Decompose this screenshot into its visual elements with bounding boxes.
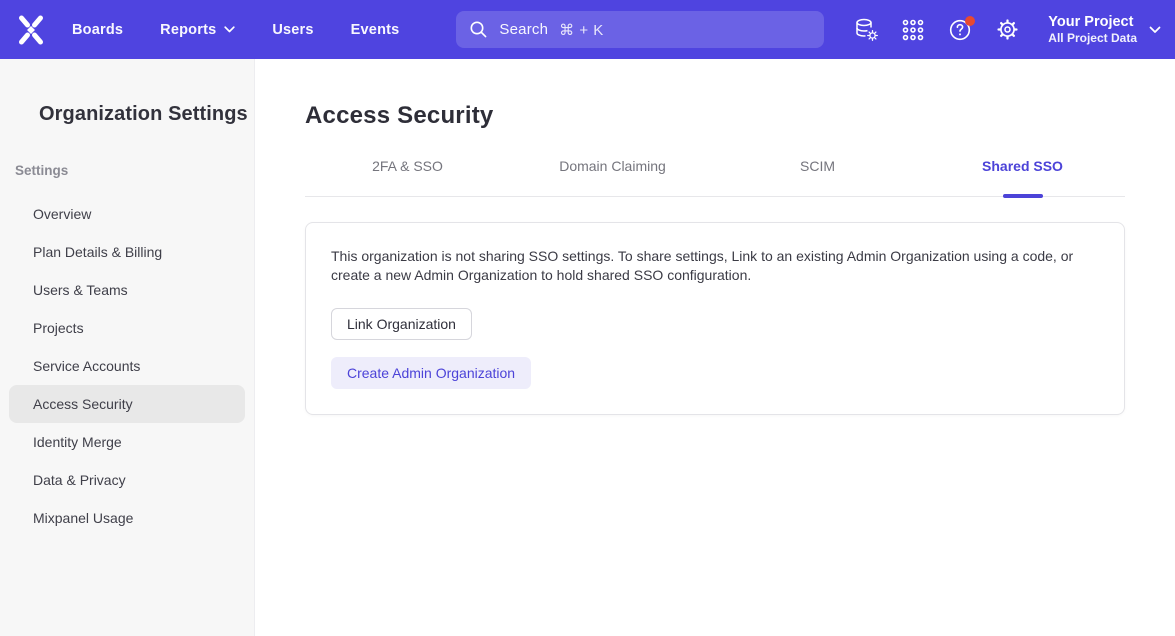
sidebar-item-projects[interactable]: Projects (9, 309, 245, 347)
tab-bar: 2FA & SSO Domain Claiming SCIM Shared SS… (305, 158, 1125, 197)
chevron-down-icon (1149, 26, 1161, 34)
nav-right-controls: Your Project All Project Data (850, 13, 1161, 46)
sidebar-item-identity-merge[interactable]: Identity Merge (9, 423, 245, 461)
create-admin-organization-button[interactable]: Create Admin Organization (331, 357, 531, 389)
top-navigation: Boards Reports Users Events Search ⌘ + K (0, 0, 1175, 59)
project-data-scope: All Project Data (1048, 31, 1137, 46)
shared-sso-card: This organization is not sharing SSO set… (305, 222, 1125, 415)
nav-item-events[interactable]: Events (351, 22, 400, 38)
page-title: Access Security (305, 102, 1125, 130)
main-content: Access Security 2FA & SSO Domain Claimin… (255, 59, 1175, 636)
tab-scim[interactable]: SCIM (715, 158, 920, 196)
data-management-icon (853, 16, 880, 43)
link-organization-button[interactable]: Link Organization (331, 308, 472, 340)
tab-domain-claiming[interactable]: Domain Claiming (510, 158, 715, 196)
sidebar-item-access-security[interactable]: Access Security (9, 385, 245, 423)
nav-item-label: Reports (160, 22, 216, 38)
apps-grid-button[interactable] (897, 14, 929, 46)
nav-item-reports[interactable]: Reports (160, 22, 235, 38)
search-shortcut: ⌘ + K (559, 21, 604, 39)
apps-grid-icon (901, 18, 925, 42)
tab-2fa-sso[interactable]: 2FA & SSO (305, 158, 510, 196)
nav-item-label: Events (351, 22, 400, 38)
search-placeholder: Search (499, 21, 548, 38)
nav-item-boards[interactable]: Boards (72, 22, 123, 38)
sidebar-item-service-accounts[interactable]: Service Accounts (9, 347, 245, 385)
search-icon (469, 20, 488, 39)
settings-sidebar: Organization Settings Settings Overview … (0, 59, 255, 636)
sidebar-item-users-teams[interactable]: Users & Teams (9, 271, 245, 309)
search-input[interactable]: Search ⌘ + K (456, 11, 824, 48)
project-selector[interactable]: Your Project All Project Data (1048, 13, 1161, 46)
sidebar-section-label: Settings (15, 163, 254, 178)
notification-badge (965, 16, 975, 26)
nav-item-label: Users (272, 22, 313, 38)
nav-item-label: Boards (72, 22, 123, 38)
sidebar-item-plan-details-billing[interactable]: Plan Details & Billing (9, 233, 245, 271)
project-name: Your Project (1048, 13, 1137, 31)
chevron-down-icon (224, 26, 235, 33)
sidebar-nav-list: Overview Plan Details & Billing Users & … (0, 195, 254, 537)
sidebar-item-mixpanel-usage[interactable]: Mixpanel Usage (9, 499, 245, 537)
sidebar-item-overview[interactable]: Overview (9, 195, 245, 233)
sidebar-title: Organization Settings (39, 103, 254, 126)
tab-shared-sso[interactable]: Shared SSO (920, 158, 1125, 196)
shared-sso-description: This organization is not sharing SSO set… (331, 247, 1093, 285)
primary-nav: Boards Reports Users Events (72, 22, 399, 38)
help-button[interactable] (944, 14, 976, 46)
settings-button[interactable] (991, 14, 1023, 46)
data-management-button[interactable] (850, 14, 882, 46)
mixpanel-logo[interactable] (16, 13, 46, 47)
mixpanel-logo-icon (17, 14, 45, 46)
nav-item-users[interactable]: Users (272, 22, 313, 38)
settings-gear-icon (995, 17, 1020, 42)
sidebar-item-data-privacy[interactable]: Data & Privacy (9, 461, 245, 499)
